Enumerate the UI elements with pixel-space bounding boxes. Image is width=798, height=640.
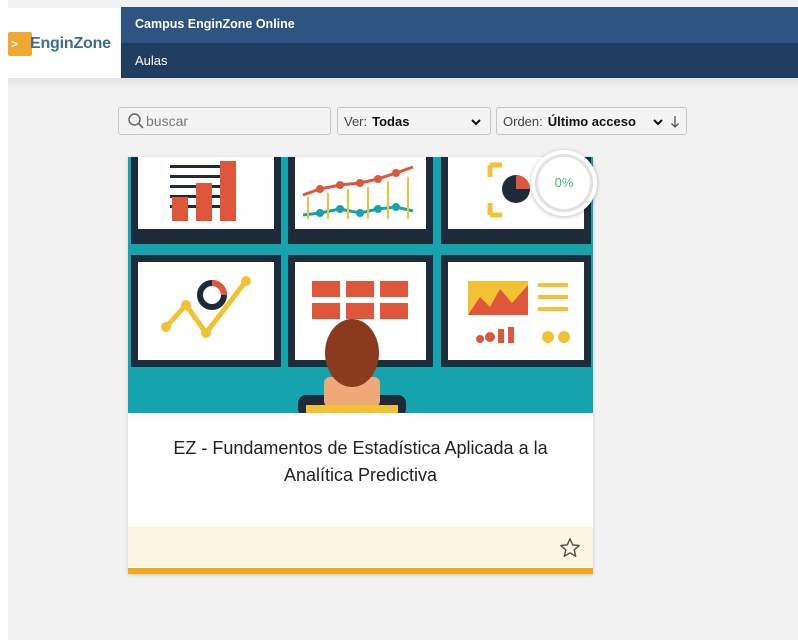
progress-indicator: 0% bbox=[531, 150, 597, 216]
search-input[interactable]: buscar bbox=[118, 107, 331, 135]
nav-bar: Aulas bbox=[121, 43, 798, 78]
card-accent-bar bbox=[128, 568, 593, 574]
logo-text: EnginZone bbox=[30, 35, 111, 52]
top-bar: Campus EnginZone Online bbox=[121, 7, 798, 43]
page-left-edge bbox=[0, 0, 8, 640]
ver-select[interactable]: Ver: Todas bbox=[337, 107, 491, 135]
logo-mark-icon: > bbox=[8, 32, 32, 56]
search-icon bbox=[128, 113, 144, 129]
arrow-down-icon[interactable] bbox=[670, 115, 680, 129]
nav-item-aulas[interactable]: Aulas bbox=[135, 53, 168, 68]
orden-label: Orden: bbox=[503, 113, 543, 129]
ver-label: Ver: bbox=[344, 113, 368, 129]
logo-area: > EnginZone bbox=[8, 8, 120, 78]
site-title[interactable]: Campus EnginZone Online bbox=[135, 17, 295, 31]
course-title[interactable]: EZ - Fundamentos de Estadística Aplicada… bbox=[148, 435, 573, 489]
ver-value: Todas bbox=[372, 113, 410, 129]
analytics-illustration bbox=[128, 157, 593, 413]
course-card[interactable]: EZ - Fundamentos de Estadística Aplicada… bbox=[128, 157, 593, 574]
chevron-down-icon bbox=[471, 119, 481, 126]
enginzone-logo[interactable]: > EnginZone bbox=[8, 32, 111, 56]
progress-text: 0% bbox=[554, 175, 574, 190]
header-shadow bbox=[8, 78, 798, 88]
orden-select[interactable]: Orden: Último acceso bbox=[496, 107, 687, 135]
card-footer bbox=[128, 527, 593, 568]
chevron-down-icon bbox=[653, 119, 663, 126]
star-outline-icon[interactable] bbox=[559, 537, 581, 559]
course-image[interactable] bbox=[128, 157, 593, 413]
orden-value: Último acceso bbox=[547, 113, 636, 129]
search-placeholder: buscar bbox=[146, 113, 189, 129]
